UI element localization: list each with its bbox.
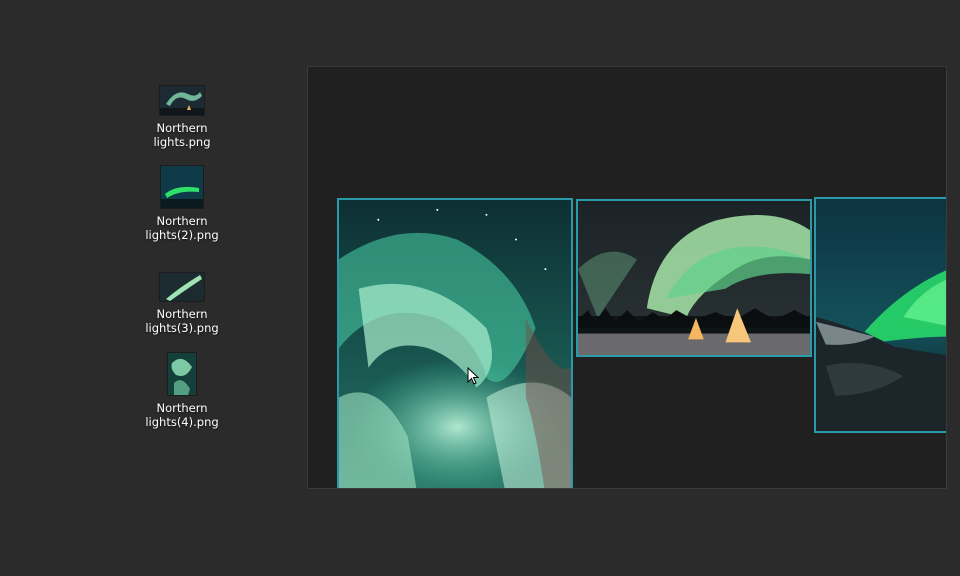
file-name-line1: Northern	[156, 307, 208, 321]
file-name-line2: lights(2).png	[145, 228, 219, 242]
file-icon-northern-lights-4[interactable]: Northern lights(4).png	[137, 353, 227, 429]
file-name-line1: Northern	[156, 121, 208, 135]
photo-aurora-portrait[interactable]	[337, 198, 573, 488]
image-thumbnail-icon	[161, 166, 203, 208]
file-icon-northern-lights-2[interactable]: Northern lights(2).png	[137, 166, 227, 242]
file-icon-northern-lights-3[interactable]: Northern lights(3).png	[137, 273, 227, 335]
file-name-line2: lights.png	[153, 135, 211, 149]
file-name-line2: lights(3).png	[145, 321, 219, 335]
desktop: Northern lights.png Northern lights(2).p…	[0, 0, 960, 576]
image-thumbnail-icon	[160, 86, 204, 115]
image-thumbnail-icon	[160, 273, 204, 301]
image-thumbnail-icon	[168, 353, 196, 395]
photo-aurora-tents[interactable]	[576, 199, 812, 357]
file-icon-northern-lights[interactable]: Northern lights.png	[137, 86, 227, 149]
file-name-line2: lights(4).png	[145, 415, 219, 429]
file-name-line1: Northern	[156, 214, 208, 228]
photo-canvas[interactable]	[307, 66, 947, 489]
file-name-line1: Northern	[156, 401, 208, 415]
photo-aurora-mountains[interactable]	[814, 197, 946, 433]
